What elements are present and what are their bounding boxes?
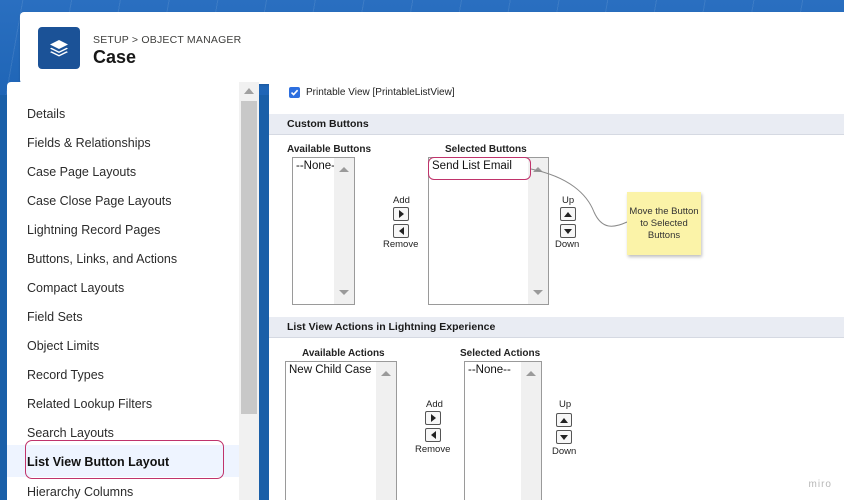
down-label: Down <box>552 446 577 457</box>
sidebar-item-buttons-links-actions[interactable]: Buttons, Links, and Actions <box>27 252 177 266</box>
remove-button[interactable] <box>425 428 441 442</box>
page-title: Case <box>93 47 137 67</box>
move-up-button[interactable] <box>556 413 572 427</box>
sidebar-item-case-page-layouts[interactable]: Case Page Layouts <box>27 165 136 179</box>
listbox-scrollbar[interactable] <box>521 362 541 500</box>
layers-icon <box>38 27 80 69</box>
sidebar-item-search-layouts[interactable]: Search Layouts <box>27 426 114 440</box>
miro-watermark: miro <box>808 479 832 490</box>
page-header: SETUP > OBJECT MANAGER Case <box>20 12 844 84</box>
sidebar-item-field-sets[interactable]: Field Sets <box>27 310 83 324</box>
sidebar-item-related-lookup-filters[interactable]: Related Lookup Filters <box>27 397 152 411</box>
sidebar-item-compact-layouts[interactable]: Compact Layouts <box>27 281 124 295</box>
arrow-down-icon <box>560 434 568 440</box>
selected-actions-label: Selected Actions <box>460 348 541 359</box>
arrow-left-icon <box>430 431 436 439</box>
available-actions-listbox[interactable]: New Child Case <box>285 361 397 500</box>
breadcrumb[interactable]: SETUP > OBJECT MANAGER <box>93 34 241 46</box>
selected-actions-listbox[interactable]: --None-- <box>464 361 542 500</box>
sidebar-item-hierarchy-columns[interactable]: Hierarchy Columns <box>27 485 133 499</box>
arrow-up-icon <box>560 417 568 423</box>
list-view-actions-section-header: List View Actions in Lightning Experienc… <box>269 317 844 338</box>
list-item[interactable]: New Child Case <box>289 364 371 376</box>
main-panel: Printable View [PrintableListView] Custo… <box>269 82 844 500</box>
add-label: Add <box>426 399 443 410</box>
scroll-thumb[interactable] <box>241 101 257 414</box>
scroll-up-icon[interactable] <box>381 371 391 376</box>
add-button[interactable] <box>425 411 441 425</box>
sticky-note: Move the Button to Selected Buttons <box>627 192 701 255</box>
section-title: List View Actions in Lightning Experienc… <box>287 321 496 333</box>
move-down-button[interactable] <box>556 430 572 444</box>
sidebar-item-fields-relationships[interactable]: Fields & Relationships <box>27 136 151 150</box>
sidebar-item-lightning-record-pages[interactable]: Lightning Record Pages <box>27 223 160 237</box>
scroll-up-icon[interactable] <box>526 371 536 376</box>
sidebar-scrollbar[interactable] <box>239 82 259 500</box>
available-actions-label: Available Actions <box>302 348 385 359</box>
remove-label: Remove <box>415 444 451 455</box>
sidebar-item-case-close-page-layouts[interactable]: Case Close Page Layouts <box>27 194 172 208</box>
sidebar-item-object-limits[interactable]: Object Limits <box>27 339 99 353</box>
up-label: Up <box>559 399 572 410</box>
highlight-annotation <box>25 440 224 479</box>
sidebar: Details Fields & Relationships Case Page… <box>7 82 259 500</box>
list-item[interactable]: --None-- <box>468 364 511 376</box>
arrow-right-icon <box>430 414 436 422</box>
sidebar-item-record-types[interactable]: Record Types <box>27 368 104 382</box>
sidebar-item-details[interactable]: Details <box>27 107 65 121</box>
scroll-up-icon[interactable] <box>244 88 254 94</box>
listbox-scrollbar[interactable] <box>376 362 396 500</box>
